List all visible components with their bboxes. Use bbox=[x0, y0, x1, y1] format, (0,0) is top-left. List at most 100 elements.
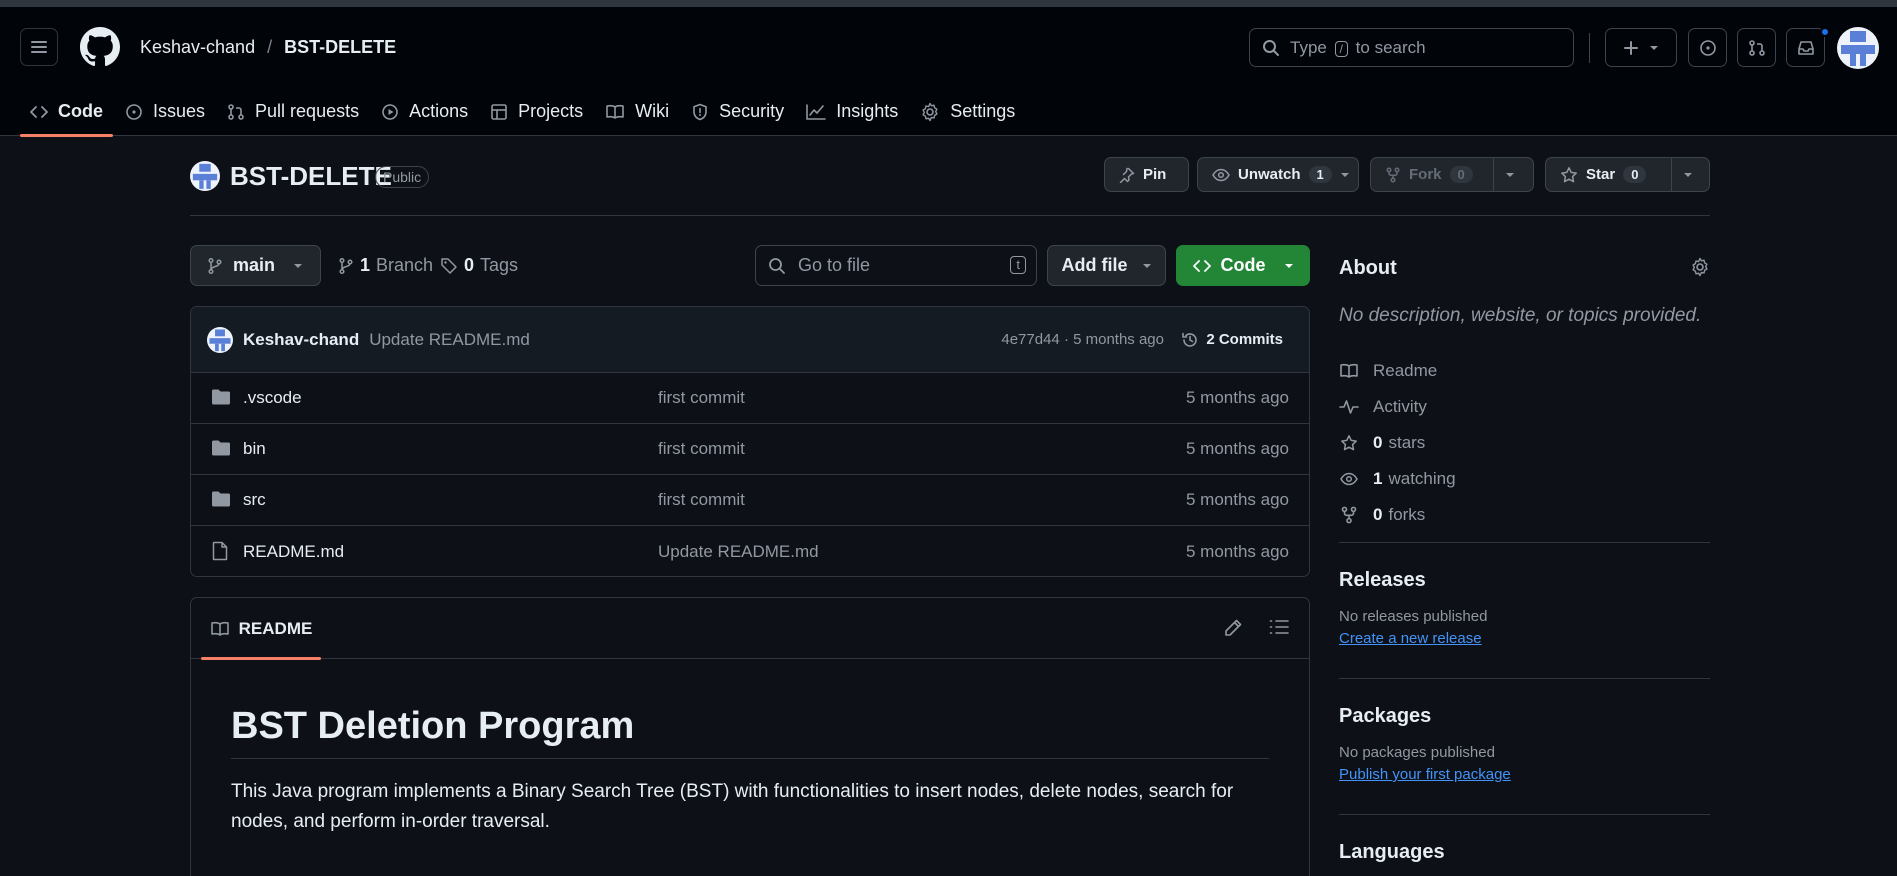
tab-label: Actions bbox=[409, 101, 469, 121]
tags-link[interactable]: 0 Tags bbox=[440, 255, 518, 276]
create-release-link[interactable]: Create a new release bbox=[1339, 630, 1482, 647]
file-row[interactable]: .vscode first commit 5 months ago bbox=[191, 373, 1309, 424]
create-new-button[interactable] bbox=[1605, 28, 1677, 67]
fork-icon bbox=[1339, 506, 1359, 524]
stars-link[interactable]: 0 stars bbox=[1339, 425, 1710, 461]
fork-count: 0 bbox=[1449, 166, 1473, 183]
tab-pull-requests[interactable]: Pull requests bbox=[217, 87, 369, 136]
star-dropdown[interactable] bbox=[1671, 158, 1704, 191]
window-top-strip bbox=[0, 0, 1897, 7]
visibility-badge: Public bbox=[375, 166, 430, 188]
unwatch-button[interactable]: Unwatch 1 bbox=[1197, 157, 1359, 192]
outline-list-icon[interactable] bbox=[1269, 618, 1289, 636]
breadcrumb: Keshav-chand / BST-DELETE bbox=[140, 37, 396, 58]
pull-request-icon bbox=[227, 103, 245, 121]
branches-link[interactable]: 1 Branch bbox=[338, 255, 433, 276]
fork-button[interactable]: Fork 0 bbox=[1370, 157, 1534, 192]
tab-wiki[interactable]: Wiki bbox=[595, 87, 679, 136]
plus-icon bbox=[1623, 40, 1639, 56]
commit-hash-time[interactable]: 4e77d44 · 5 months ago bbox=[1001, 331, 1164, 348]
go-to-file-input[interactable]: Go to file t bbox=[755, 245, 1037, 286]
file-commit-message[interactable]: Update README.md bbox=[658, 542, 819, 562]
tab-label: Insights bbox=[836, 101, 899, 121]
file-name[interactable]: README.md bbox=[243, 542, 344, 562]
packages-title[interactable]: Packages bbox=[1339, 705, 1710, 728]
file-row[interactable]: src first commit 5 months ago bbox=[191, 475, 1309, 526]
readme-tab-label: README bbox=[238, 618, 313, 638]
file-row[interactable]: bin first commit 5 months ago bbox=[191, 424, 1309, 475]
search-input[interactable]: Type / to search bbox=[1249, 28, 1574, 67]
pin-label: Pin bbox=[1143, 166, 1167, 183]
code-button[interactable]: Code bbox=[1176, 245, 1310, 286]
latest-commit: Keshav-chand Update README.md 4e77d44 · … bbox=[191, 307, 1309, 373]
activity-link[interactable]: Activity bbox=[1339, 389, 1710, 425]
gear-icon[interactable] bbox=[1690, 257, 1710, 277]
star-button[interactable]: Star 0 bbox=[1545, 157, 1710, 192]
issues-button[interactable] bbox=[1688, 28, 1727, 67]
readme-heading: BST Deletion Program bbox=[231, 705, 1269, 759]
pin-button[interactable]: Pin bbox=[1104, 157, 1189, 192]
forks-link[interactable]: 0 forks bbox=[1339, 497, 1710, 533]
commit-message[interactable]: Update README.md bbox=[369, 330, 530, 350]
file-commit-message[interactable]: first commit bbox=[658, 490, 745, 510]
repo-heading: BST-DELETE Public Pin Unwatch 1 Fork 0 S… bbox=[190, 157, 1710, 216]
breadcrumb-repo[interactable]: BST-DELETE bbox=[284, 37, 396, 58]
add-file-button[interactable]: Add file bbox=[1047, 245, 1166, 286]
fork-dropdown[interactable] bbox=[1493, 158, 1526, 191]
about-description: No description, website, or topics provi… bbox=[1339, 305, 1702, 326]
readme-tab[interactable]: README bbox=[201, 598, 321, 660]
file-name[interactable]: src bbox=[243, 490, 266, 510]
star-icon bbox=[1560, 166, 1578, 184]
chevron-down-icon bbox=[1505, 172, 1515, 178]
commit-author-avatar[interactable] bbox=[207, 326, 233, 353]
search-icon bbox=[1262, 39, 1280, 57]
branch-select-button[interactable]: main bbox=[190, 245, 321, 286]
tab-insights[interactable]: Insights bbox=[796, 87, 908, 136]
tab-issues[interactable]: Issues bbox=[115, 87, 215, 136]
releases-section: Releases No releases published Create a … bbox=[1339, 542, 1710, 648]
search-shortcut-key: / bbox=[1334, 40, 1348, 57]
file-row[interactable]: README.md Update README.md 5 months ago bbox=[191, 526, 1309, 576]
inbox-button[interactable] bbox=[1786, 28, 1825, 67]
file-age: 5 months ago bbox=[1185, 541, 1289, 561]
pull-requests-button[interactable] bbox=[1737, 28, 1776, 67]
gear-icon bbox=[920, 102, 940, 122]
commit-author[interactable]: Keshav-chand bbox=[243, 330, 359, 350]
file-commit-message[interactable]: first commit bbox=[658, 439, 745, 459]
repo-title[interactable]: BST-DELETE bbox=[230, 161, 392, 192]
tab-projects[interactable]: Projects bbox=[480, 87, 593, 136]
stars-count: 0 bbox=[1373, 433, 1383, 452]
tab-code[interactable]: Code bbox=[20, 87, 113, 137]
github-logo-icon[interactable] bbox=[80, 27, 120, 67]
publish-package-link[interactable]: Publish your first package bbox=[1339, 766, 1511, 783]
star-count: 0 bbox=[1623, 166, 1647, 183]
watching-label: watching bbox=[1388, 469, 1456, 488]
menu-button[interactable] bbox=[20, 28, 58, 66]
search-placeholder-prefix: Type bbox=[1290, 37, 1327, 57]
readme-link[interactable]: Readme bbox=[1339, 353, 1710, 389]
branch-icon bbox=[207, 257, 223, 275]
branch-name: main bbox=[233, 255, 276, 275]
global-header: Keshav-chand / BST-DELETE Type / to sear… bbox=[0, 7, 1897, 137]
file-commit-message[interactable]: first commit bbox=[658, 388, 745, 408]
file-age: 5 months ago bbox=[1185, 439, 1289, 458]
tab-settings[interactable]: Settings bbox=[910, 87, 1025, 136]
file-name[interactable]: .vscode bbox=[243, 388, 302, 408]
breadcrumb-owner[interactable]: Keshav-chand bbox=[140, 37, 255, 58]
chevron-down-icon bbox=[1142, 263, 1152, 269]
file-name[interactable]: bin bbox=[243, 439, 266, 459]
file-age: 5 months ago bbox=[1185, 388, 1289, 407]
tag-icon bbox=[440, 257, 458, 275]
pencil-icon[interactable] bbox=[1223, 618, 1243, 638]
releases-title[interactable]: Releases bbox=[1339, 569, 1710, 592]
commits-link[interactable]: 2 Commits bbox=[1181, 331, 1283, 349]
fork-icon bbox=[1385, 166, 1401, 183]
repo-owner-avatar[interactable] bbox=[190, 161, 220, 191]
tab-actions[interactable]: Actions bbox=[371, 87, 478, 136]
branch-count: 1 bbox=[360, 255, 371, 275]
watching-link[interactable]: 1 watching bbox=[1339, 461, 1710, 497]
tab-security[interactable]: Security bbox=[681, 87, 794, 136]
user-avatar[interactable] bbox=[1837, 27, 1879, 69]
file-age: 5 months ago bbox=[1185, 490, 1289, 509]
packages-section: Packages No packages published Publish y… bbox=[1339, 678, 1710, 784]
